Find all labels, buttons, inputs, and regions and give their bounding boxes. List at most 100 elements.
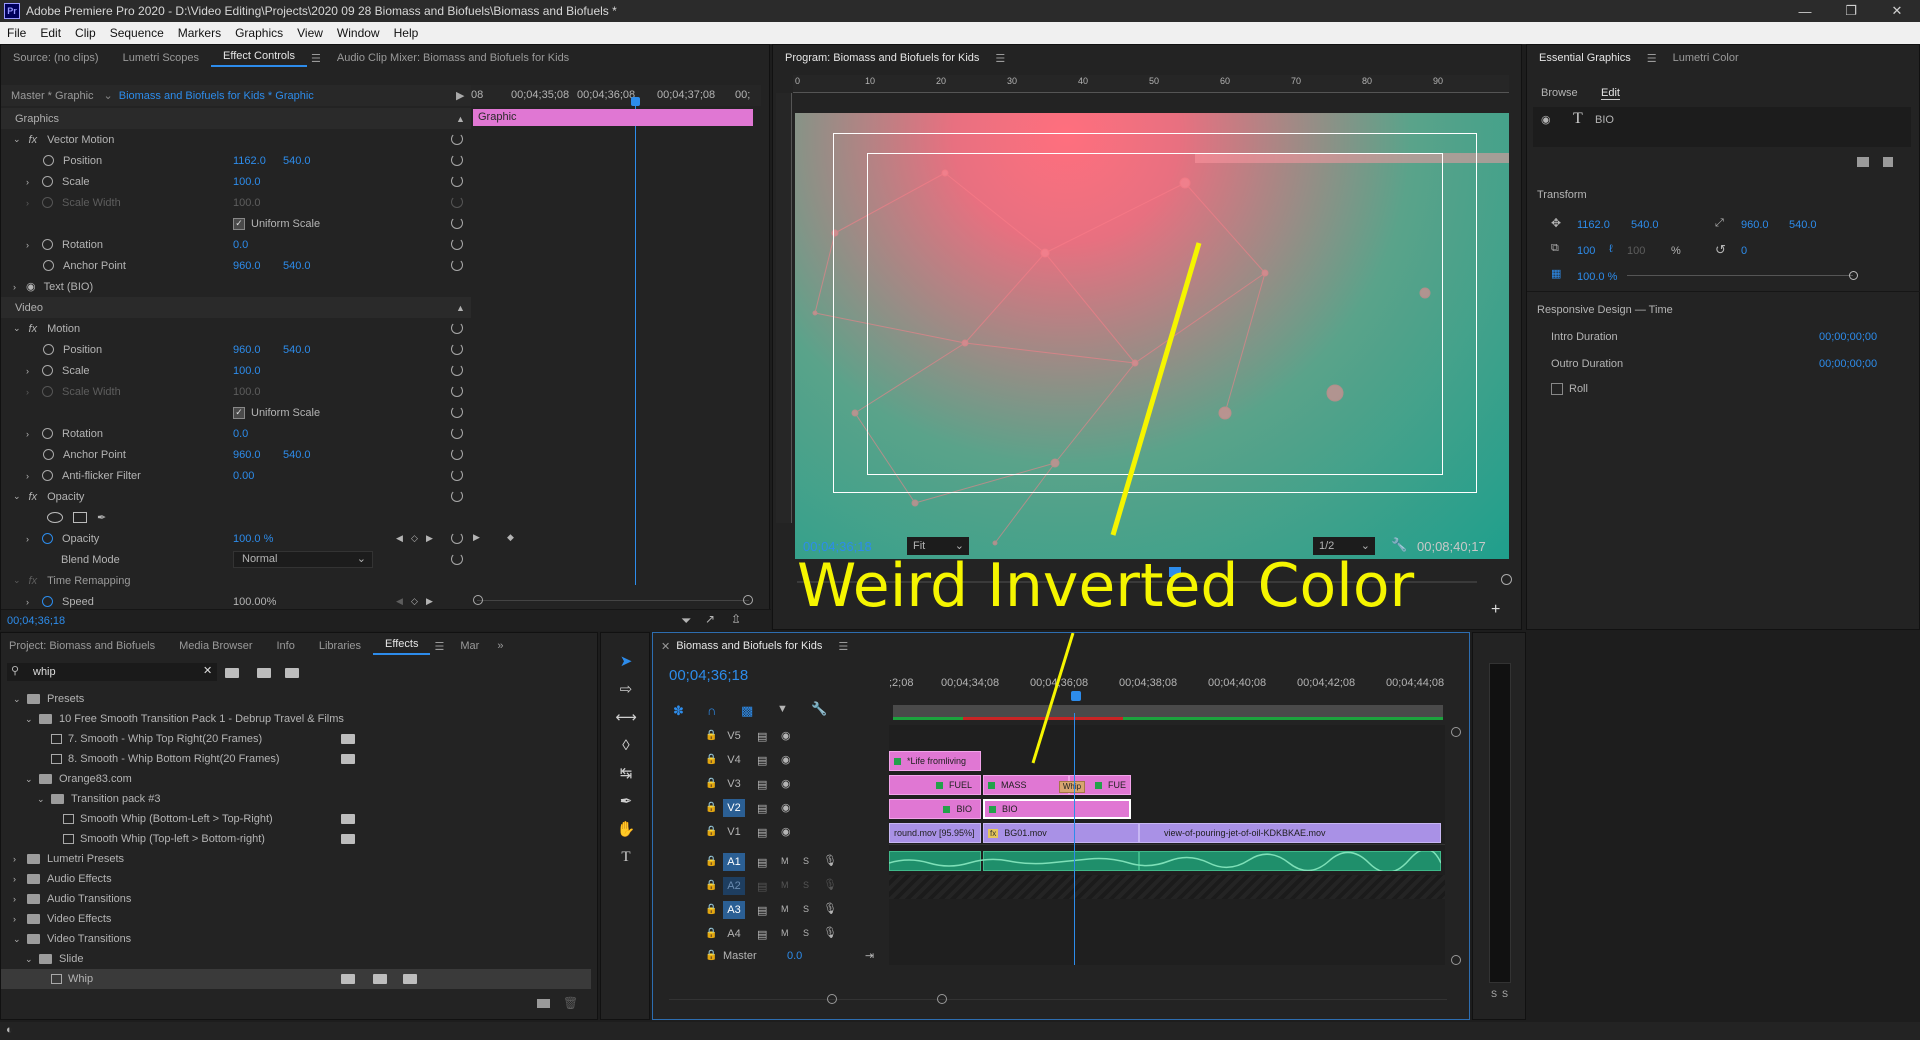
effects-folder-row[interactable]: › Audio Effects	[1, 869, 591, 889]
opacity-section-row[interactable]: ⌄ fx Opacity	[1, 486, 471, 507]
reset-icon[interactable]	[451, 448, 463, 460]
effects-item-row[interactable]: 7. Smooth - Whip Top Right(20 Frames)	[1, 729, 591, 749]
chevron-down-icon[interactable]: ⌄	[25, 714, 39, 725]
effects-item-row[interactable]: Smooth Whip (Bottom-Left > Top-Right)	[1, 809, 591, 829]
pen-mask-icon[interactable]: ✒	[97, 511, 106, 524]
m-anchor-x[interactable]: 960.0	[233, 449, 261, 461]
next-keyframe-icon[interactable]: ▶	[473, 532, 480, 543]
h-zoom-handle[interactable]	[827, 994, 837, 1004]
next-keyframe-icon[interactable]: ▶	[426, 596, 433, 607]
ec-ruler[interactable]: 08 00;04;35;08 00;04;36;08 00;04;37;08 0…	[471, 85, 761, 106]
eye-icon[interactable]: ◉	[26, 280, 36, 293]
tab-info[interactable]: Info	[265, 640, 307, 652]
uniform-scale-checkbox[interactable]: ✓	[233, 406, 245, 419]
reset-icon[interactable]	[451, 406, 463, 418]
prev-keyframe-icon[interactable]: ◀	[396, 533, 403, 544]
next-keyframe-icon[interactable]: ▶	[426, 533, 433, 544]
type-tool-icon[interactable]: T	[610, 843, 642, 871]
play-only-audio-icon[interactable]: ▶	[456, 89, 464, 102]
video-section-header[interactable]: Video ▲	[1, 297, 471, 318]
effects-folder-row[interactable]: ⌄ Orange83.com	[1, 769, 591, 789]
effects-search-box[interactable]: ⚲ whip ✕	[7, 663, 217, 681]
m-position-y[interactable]: 540.0	[283, 344, 311, 356]
fx-icon[interactable]: fx	[29, 491, 38, 503]
hand-tool-icon[interactable]: ✋	[610, 815, 642, 843]
chevron-down-icon[interactable]: ⌄	[13, 491, 21, 502]
effects-folder-row[interactable]: › Audio Transitions	[1, 889, 591, 909]
vm-anchor-y[interactable]: 540.0	[283, 260, 311, 272]
fx-icon[interactable]: fx	[29, 323, 38, 335]
chevron-right-icon[interactable]: ›	[13, 854, 27, 864]
panel-menu-icon[interactable]: ☰	[307, 52, 325, 65]
ec-zoom-track[interactable]	[477, 600, 749, 601]
tab-media-browser[interactable]: Media Browser	[167, 640, 264, 652]
chevron-down-icon[interactable]: ⌄	[104, 89, 113, 102]
slip-tool-icon[interactable]: ↹	[610, 759, 642, 787]
m-rotation-value[interactable]: 0.0	[233, 428, 248, 440]
search-query[interactable]: whip	[33, 666, 56, 678]
uniform-scale-checkbox[interactable]: ✓	[233, 217, 245, 230]
accelerated-effects-icon[interactable]	[225, 668, 239, 678]
text-layer-row[interactable]: › ◉ Text (BIO)	[1, 276, 471, 297]
reset-icon[interactable]	[451, 217, 463, 229]
panel-menu-icon[interactable]: ☰	[430, 640, 448, 653]
m-anchor-y[interactable]: 540.0	[283, 449, 311, 461]
32bit-effects-icon[interactable]	[257, 668, 271, 678]
prev-keyframe-icon[interactable]: ◀	[396, 596, 403, 607]
opacity-slider-handle[interactable]	[1849, 271, 1858, 280]
reset-icon[interactable]	[451, 427, 463, 439]
yuv-effects-icon[interactable]	[285, 668, 299, 678]
chevron-right-icon[interactable]: ›	[26, 597, 29, 607]
tab-effects[interactable]: Effects	[373, 638, 431, 655]
solo-right[interactable]: S	[1502, 989, 1508, 999]
chevron-right-icon[interactable]: ›	[26, 471, 29, 481]
eg-scale[interactable]: 100	[1577, 245, 1595, 257]
vector-motion-row[interactable]: ⌄ fx Vector Motion	[1, 129, 471, 150]
tab-source[interactable]: Source: (no clips)	[1, 52, 111, 64]
effects-folder-row[interactable]: ⌄ Video Transitions	[1, 929, 591, 949]
reset-icon[interactable]	[451, 154, 463, 166]
chevron-right-icon[interactable]: ›	[13, 282, 16, 292]
stopwatch-icon[interactable]	[42, 365, 53, 376]
menu-help[interactable]: Help	[387, 26, 426, 40]
chevron-right-icon[interactable]: ›	[13, 894, 27, 904]
razor-tool-icon[interactable]: ◊	[610, 731, 642, 759]
chevron-right-icon[interactable]: ›	[26, 177, 29, 187]
effects-item-row[interactable]: Whip	[1, 969, 591, 989]
background-tasks-icon[interactable]: ◐	[6, 1024, 13, 1036]
tab-libraries[interactable]: Libraries	[307, 640, 373, 652]
menu-edit[interactable]: Edit	[33, 26, 68, 40]
chevron-right-icon[interactable]: ›	[26, 429, 29, 439]
blend-mode-select[interactable]: Normal ⌄	[233, 551, 373, 568]
sequence-clip-label[interactable]: Biomass and Biofuels for Kids * Graphic	[119, 90, 314, 102]
reset-icon[interactable]	[451, 469, 463, 481]
reset-icon[interactable]	[451, 343, 463, 355]
delete-icon[interactable]: 🗑	[563, 996, 578, 1010]
effects-folder-row[interactable]: › Video Effects	[1, 909, 591, 929]
eg-pos-y[interactable]: 540.0	[1631, 219, 1659, 231]
stopwatch-icon[interactable]	[42, 533, 53, 544]
eg-opacity[interactable]: 100.0 %	[1577, 271, 1617, 283]
add-keyframe-icon[interactable]: ◇	[411, 533, 418, 544]
menu-file[interactable]: File	[0, 26, 33, 40]
new-bin-icon[interactable]	[537, 999, 550, 1008]
vm-scale-value[interactable]: 100.0	[233, 176, 261, 188]
graphics-section-header[interactable]: Graphics ▲	[1, 108, 471, 129]
menu-markers[interactable]: Markers	[171, 26, 228, 40]
new-layer-icon[interactable]	[1857, 157, 1869, 167]
tab-markers[interactable]: Mar	[448, 640, 491, 652]
eg-anchor-y[interactable]: 540.0	[1789, 219, 1817, 231]
v-zoom-handle[interactable]	[1451, 727, 1461, 737]
tab-effect-controls[interactable]: Effect Controls	[211, 50, 307, 67]
m-scale-value[interactable]: 100.0	[233, 365, 261, 377]
export-icon[interactable]: ↗	[705, 612, 715, 626]
eye-icon[interactable]: ◉	[1541, 113, 1551, 126]
chevron-down-icon[interactable]: ⌄	[13, 575, 21, 586]
chevron-right-icon[interactable]: ›	[13, 914, 27, 924]
stopwatch-icon[interactable]	[43, 449, 54, 460]
reset-icon[interactable]	[451, 490, 463, 502]
chevron-down-icon[interactable]: ⌄	[25, 774, 39, 785]
chevron-right-icon[interactable]: ›	[26, 240, 29, 250]
effects-folder-row[interactable]: ⌄ 10 Free Smooth Transition Pack 1 - Debr…	[1, 709, 591, 729]
ec-timecode[interactable]: 00;04;36;18	[7, 615, 65, 627]
